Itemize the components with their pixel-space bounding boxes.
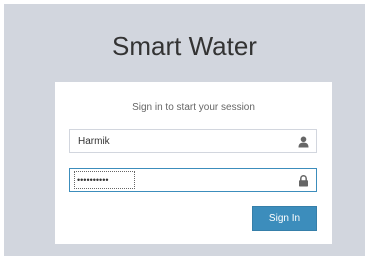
- sign-in-button[interactable]: Sign In: [252, 206, 317, 231]
- app-title: Smart Water: [112, 31, 257, 61]
- login-box: Sign in to start your session Sign In: [55, 82, 332, 244]
- login-page: Smart Water Sign in to start your sessio…: [4, 4, 365, 256]
- login-message: Sign in to start your session: [132, 102, 255, 113]
- password-input[interactable]: [72, 169, 137, 191]
- user-icon: [298, 135, 309, 148]
- username-field[interactable]: [69, 129, 317, 153]
- lock-icon: [298, 174, 309, 187]
- username-input[interactable]: [70, 130, 290, 152]
- password-field[interactable]: [69, 168, 317, 192]
